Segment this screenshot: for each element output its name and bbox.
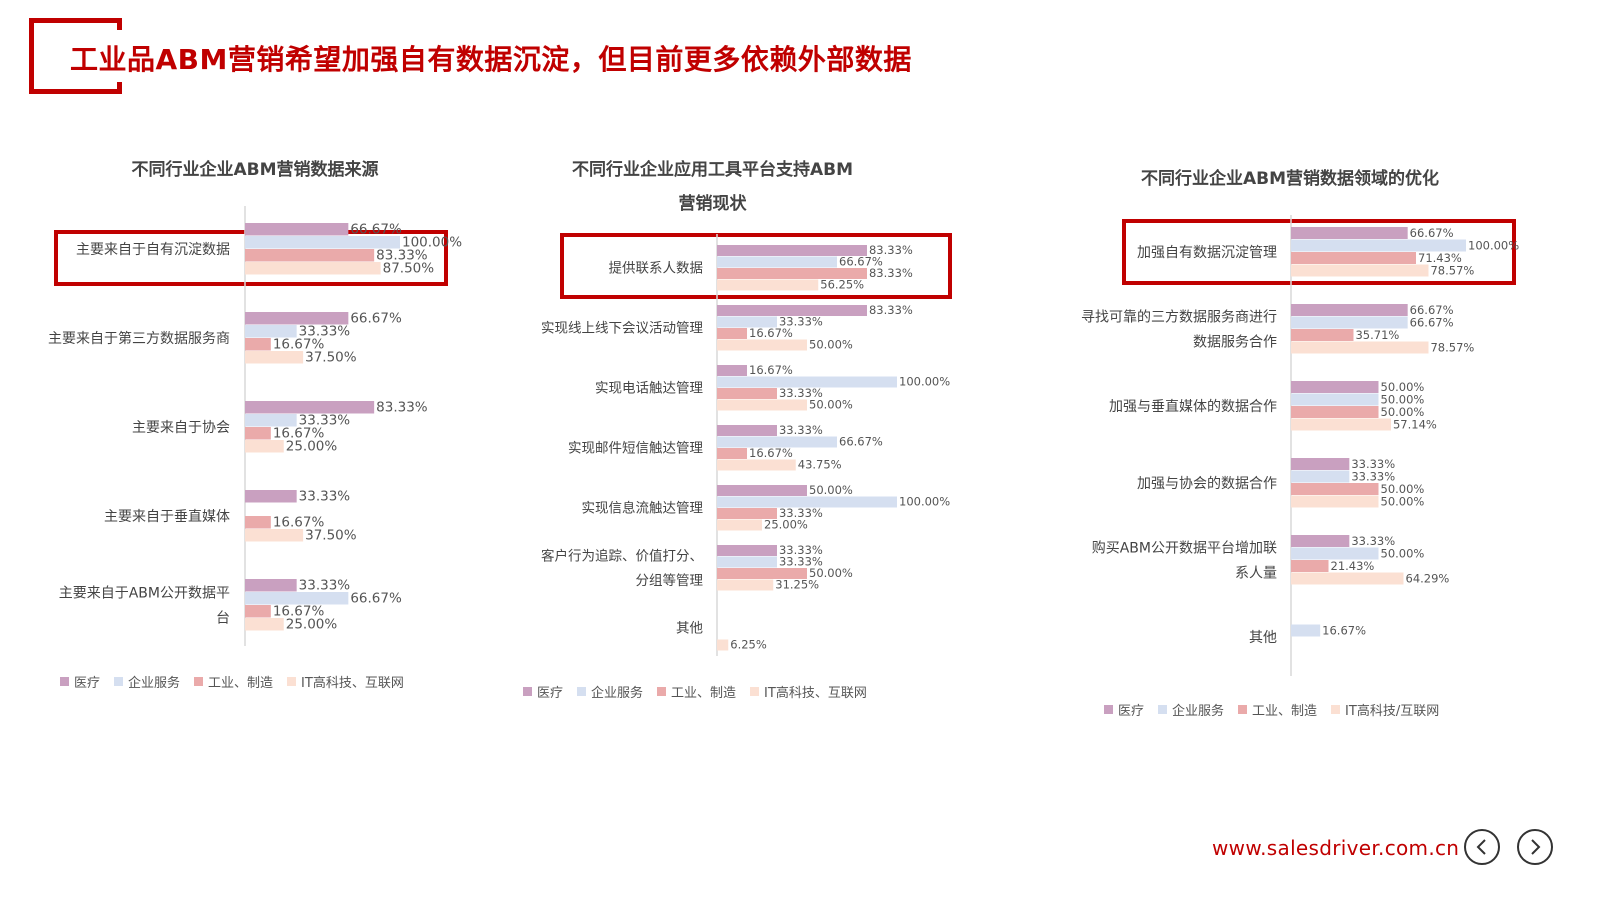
legend-swatch	[1104, 705, 1113, 714]
bar	[1291, 624, 1321, 637]
data-label: 100.00%	[1468, 239, 1519, 253]
data-label: 50.00%	[1381, 495, 1425, 509]
category-label: 加强与协会的数据合作	[1137, 476, 1277, 492]
bar	[1291, 316, 1408, 329]
legend-label: IT高科技/互联网	[1345, 704, 1440, 719]
legend-item: IT高科技/互联网	[1331, 700, 1439, 719]
chart3-legend: 医疗 企业服务 工业、制造 IT高科技/互联网	[1104, 700, 1439, 719]
legend-label: 企业服务	[1172, 704, 1225, 719]
legend-swatch	[1158, 705, 1168, 714]
data-label: 50.00%	[1381, 547, 1425, 561]
legend-item: 工业、制造	[1238, 700, 1317, 719]
bar	[1291, 458, 1350, 470]
data-label: 78.57%	[1430, 264, 1474, 278]
data-label: 35.71%	[1355, 328, 1399, 342]
next-slide-button[interactable]	[1517, 829, 1553, 865]
bar	[1291, 239, 1466, 252]
bar	[1291, 329, 1354, 341]
bar	[1291, 381, 1379, 393]
bar	[1291, 495, 1379, 508]
category-label: 加强与垂直媒体的数据合作	[1109, 398, 1277, 415]
bar	[1291, 418, 1391, 431]
category-label: 寻找可靠的三方数据服务商进行	[1081, 309, 1277, 325]
legend-label: 工业、制造	[1252, 704, 1318, 719]
category-label: 其他	[1249, 630, 1277, 646]
bar	[1291, 252, 1417, 264]
chevron-left-icon	[1476, 839, 1486, 855]
data-label: 64.29%	[1406, 572, 1450, 586]
data-label: 78.57%	[1430, 341, 1474, 355]
bar	[1291, 572, 1404, 585]
legend-label: 医疗	[1118, 704, 1145, 719]
data-label: 57.14%	[1393, 418, 1437, 432]
chart3-data-optimization: 加强自有数据沉淀管理66.67%100.00%71.43%78.57%寻找可靠的…	[1081, 215, 1519, 676]
data-label: 16.67%	[1322, 624, 1366, 638]
category-label: 系人量	[1235, 566, 1277, 582]
data-label: 21.43%	[1331, 559, 1375, 573]
bar	[1291, 304, 1408, 316]
category-label: 加强自有数据沉淀管理	[1137, 245, 1277, 261]
data-label: 66.67%	[1410, 316, 1454, 330]
prev-slide-button[interactable]	[1464, 829, 1500, 865]
data-label: 66.67%	[1410, 226, 1454, 240]
bar	[1291, 393, 1379, 406]
bar	[1291, 264, 1429, 277]
bar	[1291, 406, 1379, 418]
category-label: 数据服务合作	[1193, 335, 1277, 351]
bar	[1291, 227, 1408, 239]
bar	[1291, 535, 1350, 547]
legend-swatch	[1331, 705, 1341, 714]
bar	[1291, 341, 1429, 354]
bar	[1291, 483, 1379, 495]
chevron-right-icon	[1531, 839, 1541, 855]
website-link[interactable]: www.salesdriver.com.cn	[1212, 836, 1459, 860]
bar	[1291, 470, 1350, 483]
category-label: 购买ABM公开数据平台增加联	[1092, 540, 1277, 556]
bar	[1291, 547, 1379, 560]
legend-swatch	[1238, 705, 1248, 714]
legend-item: 企业服务	[1158, 700, 1224, 719]
bar	[1291, 560, 1329, 572]
legend-item: 医疗	[1104, 700, 1144, 719]
